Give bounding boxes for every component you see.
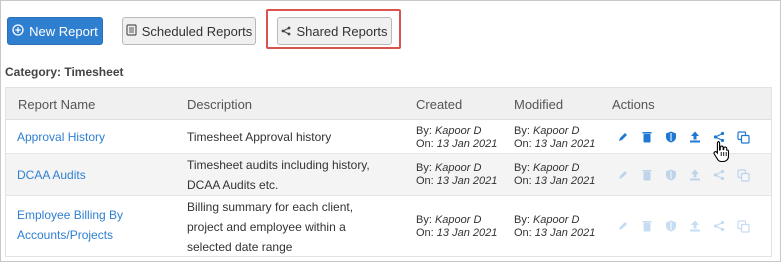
new-report-button[interactable]: New Report — [7, 17, 103, 45]
table-row: Approval History Timesheet Approval hist… — [6, 120, 771, 154]
trash-icon[interactable] — [635, 216, 659, 236]
header-description: Description — [187, 97, 253, 112]
header-actions: Actions — [612, 97, 655, 112]
share-icon[interactable] — [707, 165, 731, 185]
category-title: Category: Timesheet — [5, 65, 124, 79]
copy-icon[interactable] — [731, 127, 755, 147]
reports-table: Report Name Description Created Modified… — [5, 87, 772, 257]
upload-icon[interactable] — [683, 216, 707, 236]
modified-info: By: Kapoor D On: 13 Jan 2021 — [514, 162, 596, 187]
table-row: Employee Billing By Accounts/Projects Bi… — [6, 196, 771, 257]
report-description: Timesheet audits including history, DCAA… — [187, 158, 370, 192]
row-actions — [611, 216, 755, 236]
table-row: DCAA Audits Timesheet audits including h… — [6, 154, 771, 196]
shield-icon[interactable] — [659, 165, 683, 185]
report-description: Timesheet Approval history — [187, 130, 332, 144]
pencil-icon[interactable] — [611, 165, 635, 185]
upload-icon[interactable] — [683, 165, 707, 185]
calendar-icon — [126, 23, 137, 39]
scheduled-reports-label: Scheduled Reports — [141, 23, 253, 39]
report-name-link[interactable]: Approval History — [17, 127, 105, 147]
report-name-link[interactable]: DCAA Audits — [17, 165, 86, 185]
shared-reports-label: Shared Reports — [296, 23, 388, 39]
created-info: By: Kapoor D On: 13 Jan 2021 — [416, 214, 498, 239]
hand-cursor-icon — [713, 140, 731, 163]
shield-icon[interactable] — [659, 127, 683, 147]
new-report-label: New Report — [29, 23, 98, 39]
plus-circle-icon — [12, 23, 24, 39]
modified-info: By: Kapoor D On: 13 Jan 2021 — [514, 214, 596, 239]
row-actions — [611, 165, 755, 185]
created-info: By: Kapoor D On: 13 Jan 2021 — [416, 125, 498, 150]
share-icon[interactable] — [707, 216, 731, 236]
report-description: Billing summary for each client, project… — [187, 200, 354, 254]
report-name-link[interactable]: Employee Billing By Accounts/Projects — [17, 205, 123, 245]
pencil-icon[interactable] — [611, 127, 635, 147]
row-actions — [611, 127, 755, 147]
copy-icon[interactable] — [731, 216, 755, 236]
header-report-name: Report Name — [18, 97, 96, 112]
created-info: By: Kapoor D On: 13 Jan 2021 — [416, 162, 498, 187]
copy-icon[interactable] — [731, 165, 755, 185]
pencil-icon[interactable] — [611, 216, 635, 236]
modified-info: By: Kapoor D On: 13 Jan 2021 — [514, 125, 596, 150]
scheduled-reports-button[interactable]: Scheduled Reports — [122, 17, 256, 45]
header-created: Created — [416, 97, 463, 112]
table-header: Report Name Description Created Modified… — [6, 88, 771, 120]
header-modified: Modified — [514, 97, 564, 112]
share-icon — [281, 24, 291, 39]
upload-icon[interactable] — [683, 127, 707, 147]
shared-reports-button[interactable]: Shared Reports — [277, 17, 392, 45]
shield-icon[interactable] — [659, 216, 683, 236]
trash-icon[interactable] — [635, 127, 659, 147]
trash-icon[interactable] — [635, 165, 659, 185]
